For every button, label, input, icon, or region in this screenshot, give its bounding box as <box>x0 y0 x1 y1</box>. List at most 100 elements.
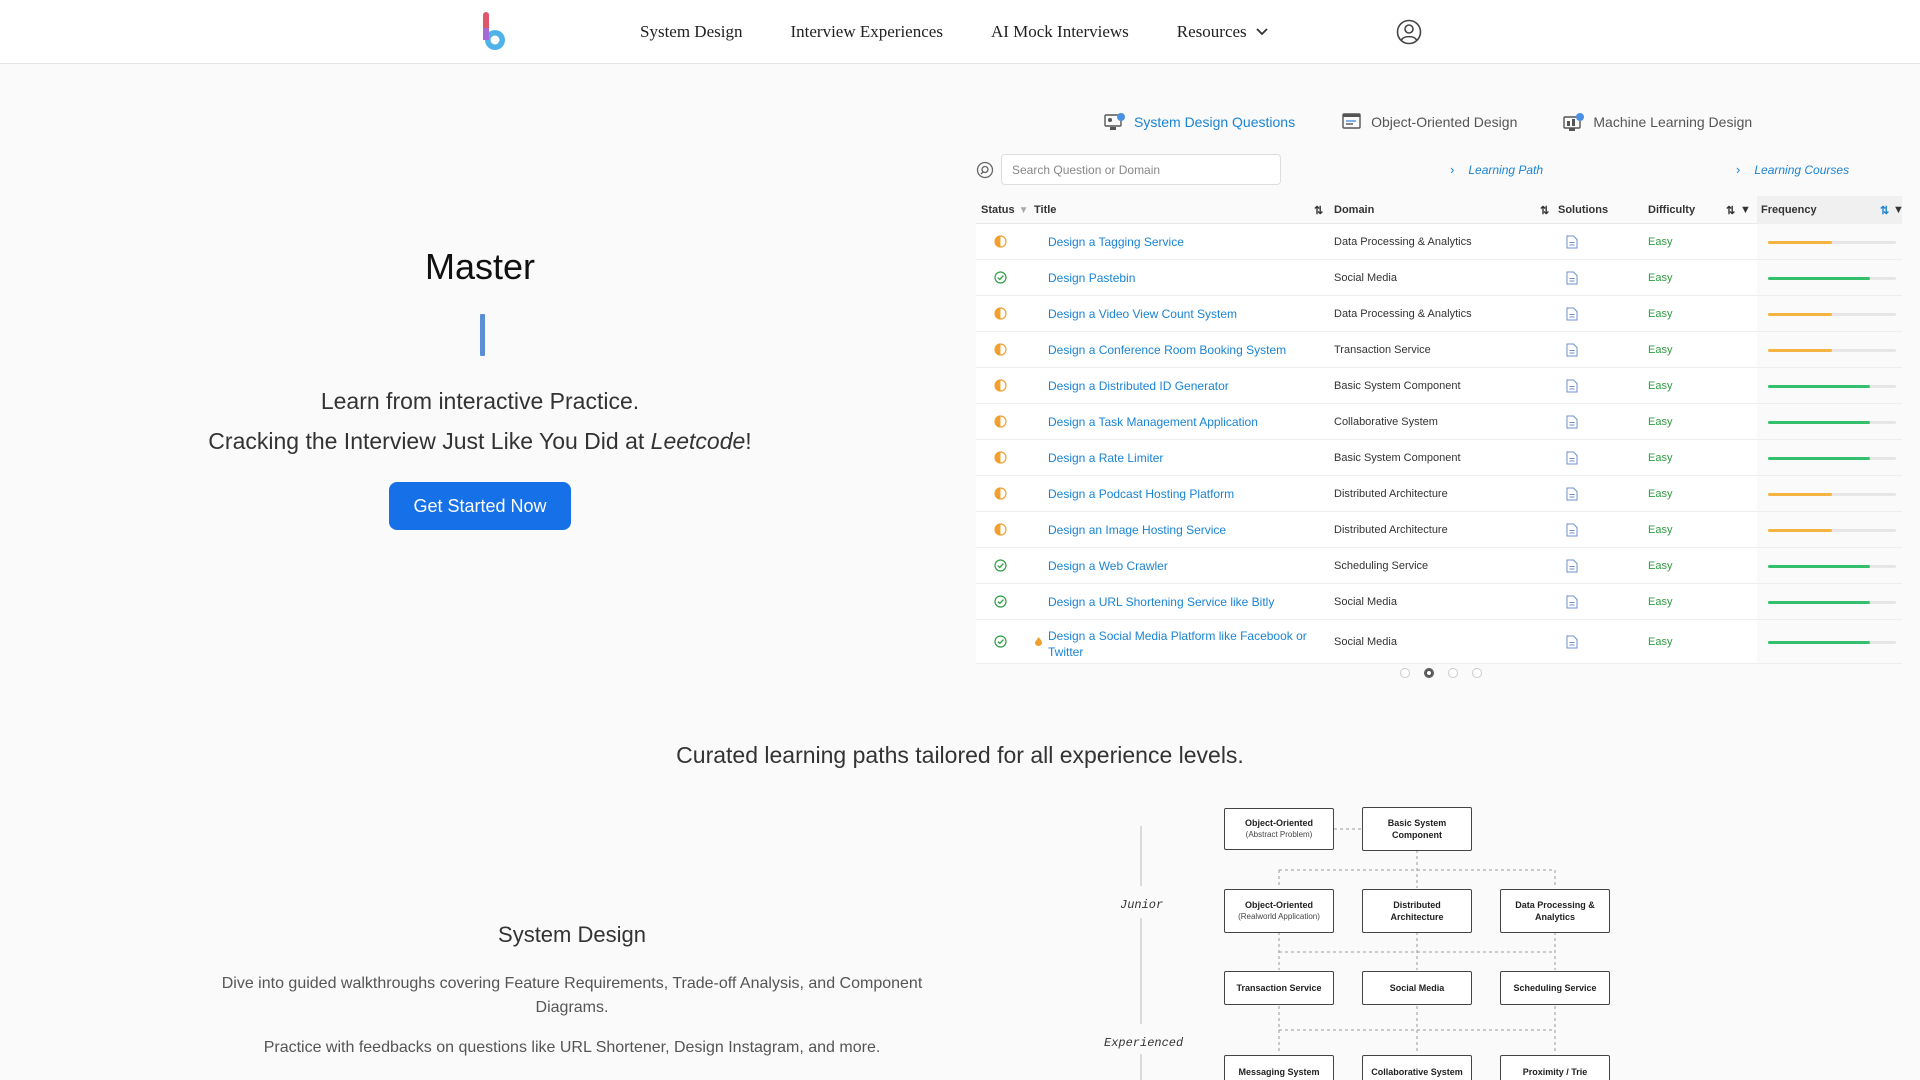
header-frequency[interactable]: Frequency <box>1761 196 1817 224</box>
solution-document-icon[interactable] <box>1566 307 1578 321</box>
solution-document-icon[interactable] <box>1566 235 1578 249</box>
half-circle-icon <box>994 307 1007 320</box>
half-circle-icon <box>994 343 1007 356</box>
question-title-link[interactable]: Design a Conference Room Booking System <box>1048 343 1286 357</box>
question-title-link[interactable]: Design a Distributed ID Generator <box>1048 379 1229 393</box>
carousel-dot[interactable] <box>1400 668 1410 678</box>
table-row[interactable]: Design a Rate Limiter Basic System Compon… <box>976 440 1902 476</box>
learning-path-link[interactable]: › Learning Path <box>1450 162 1543 177</box>
difficulty-label: Easy <box>1648 344 1673 356</box>
tab-label: System Design Questions <box>1134 114 1296 130</box>
solution-document-icon[interactable] <box>1566 595 1578 609</box>
header-status[interactable]: Status ▼ <box>981 196 1029 224</box>
header-title[interactable]: Title <box>1034 196 1056 224</box>
question-title-link[interactable]: Design a Rate Limiter <box>1048 451 1163 465</box>
question-title-link[interactable]: Design a Social Media Platform like Face… <box>1048 628 1318 660</box>
node-collaborative-system[interactable]: Collaborative System <box>1362 1055 1472 1080</box>
table-row[interactable]: Design a Podcast Hosting Platform Distrib… <box>976 476 1902 512</box>
header-domain[interactable]: Domain <box>1334 196 1374 224</box>
node-data-processing[interactable]: Data Processing & Analytics <box>1500 889 1610 933</box>
question-title-link[interactable]: Design a URL Shortening Service like Bit… <box>1048 595 1274 609</box>
half-circle-icon <box>994 235 1007 248</box>
table-row[interactable]: Design a Video View Count System Data Pro… <box>976 296 1902 332</box>
node-distributed-architecture[interactable]: Distributed Architecture <box>1362 889 1472 933</box>
solution-document-icon[interactable] <box>1566 487 1578 501</box>
frequency-bar-fill <box>1768 601 1871 604</box>
question-domain: Social Media <box>1334 596 1397 608</box>
table-row[interactable]: Design a Distributed ID Generator Basic S… <box>976 368 1902 404</box>
carousel-dot[interactable] <box>1448 668 1458 678</box>
question-title-link[interactable]: Design Pastebin <box>1048 271 1135 285</box>
solution-document-icon[interactable] <box>1566 523 1578 537</box>
solution-document-icon[interactable] <box>1566 343 1578 357</box>
table-row[interactable]: Design a URL Shortening Service like Bit… <box>976 584 1902 620</box>
frequency-bar <box>1768 565 1896 568</box>
carousel-dot[interactable] <box>1472 668 1482 678</box>
node-proximity-trie[interactable]: Proximity / Trie <box>1500 1055 1610 1080</box>
table-row[interactable]: Design a Tagging Service Data Processing … <box>976 224 1902 260</box>
header-difficulty[interactable]: Difficulty <box>1648 196 1695 224</box>
question-title-link[interactable]: Design a Video View Count System <box>1048 307 1237 321</box>
question-title-link[interactable]: Design a Task Management Application <box>1048 415 1258 429</box>
nav-interview-experiences[interactable]: Interview Experiences <box>790 22 942 42</box>
sort-icon[interactable]: ⇅ <box>1880 196 1889 224</box>
node-basic-system-component[interactable]: Basic System Component <box>1362 807 1472 851</box>
filter-icon[interactable]: ▼ <box>1019 205 1029 216</box>
learning-courses-label: Learning Courses <box>1754 162 1850 177</box>
filter-icon[interactable]: ▼ <box>1740 196 1751 224</box>
question-title-link[interactable]: Design a Web Crawler <box>1048 559 1168 573</box>
solution-document-icon[interactable] <box>1566 559 1578 573</box>
filter-icon[interactable]: ▼ <box>1893 196 1904 224</box>
sort-icon[interactable]: ⇅ <box>1314 196 1323 224</box>
tab-machine-learning-design[interactable]: Machine Learning Design <box>1563 112 1752 132</box>
node-title: Scheduling Service <box>1513 983 1597 993</box>
table-row[interactable]: Design a Web Crawler Scheduling Service Ea… <box>976 548 1902 584</box>
frequency-bar-fill <box>1768 641 1871 644</box>
question-title-link[interactable]: Design a Podcast Hosting Platform <box>1048 487 1234 501</box>
search-icon[interactable] <box>976 161 994 179</box>
solution-document-icon[interactable] <box>1566 415 1578 429</box>
frequency-bar-fill <box>1768 385 1871 388</box>
node-sub: (Abstract Problem) <box>1245 830 1313 839</box>
solution-document-icon[interactable] <box>1566 379 1578 393</box>
nav-ai-mock-interviews[interactable]: AI Mock Interviews <box>991 22 1129 42</box>
table-row[interactable]: Design a Task Management Application Coll… <box>976 404 1902 440</box>
frequency-bar-fill <box>1768 349 1832 352</box>
half-circle-icon <box>994 415 1007 428</box>
question-title-link[interactable]: Design a Tagging Service <box>1048 235 1184 249</box>
get-started-button[interactable]: Get Started Now <box>389 482 571 530</box>
table-row[interactable]: Design an Image Hosting Service Distribut… <box>976 512 1902 548</box>
check-circle-icon <box>994 595 1007 608</box>
learning-courses-link[interactable]: › Learning Courses <box>1736 162 1849 177</box>
chevron-down-icon <box>1256 28 1268 36</box>
solution-document-icon[interactable] <box>1566 271 1578 285</box>
question-domain: Distributed Architecture <box>1334 488 1448 500</box>
table-row[interactable]: Design Pastebin Social Media Easy <box>976 260 1902 296</box>
carousel-dot-active[interactable] <box>1424 668 1434 678</box>
logo-icon[interactable] <box>481 12 507 52</box>
sort-icon[interactable]: ⇅ <box>1726 196 1735 224</box>
node-messaging-system[interactable]: Messaging System <box>1224 1055 1334 1080</box>
nav-resources[interactable]: Resources <box>1177 22 1269 42</box>
difficulty-label: Easy <box>1648 524 1673 536</box>
node-oo-realworld[interactable]: Object-Oriented (Realworld Application) <box>1224 889 1334 933</box>
node-oo-abstract[interactable]: Object-Oriented (Abstract Problem) <box>1224 808 1334 850</box>
question-title-link[interactable]: Design an Image Hosting Service <box>1048 523 1226 537</box>
tab-object-oriented-design[interactable]: Object-Oriented Design <box>1341 112 1517 132</box>
frequency-bar-fill <box>1768 241 1832 244</box>
sort-icon[interactable]: ⇅ <box>1540 196 1549 224</box>
difficulty-label: Easy <box>1648 488 1673 500</box>
node-scheduling-service[interactable]: Scheduling Service <box>1500 971 1610 1005</box>
node-social-media[interactable]: Social Media <box>1362 971 1472 1005</box>
node-title: Collaborative System <box>1371 1067 1463 1077</box>
nav-system-design[interactable]: System Design <box>640 22 742 42</box>
table-row[interactable]: Design a Conference Room Booking System T… <box>976 332 1902 368</box>
tab-system-design-questions[interactable]: System Design Questions <box>1104 112 1295 132</box>
user-account-icon[interactable] <box>1396 19 1422 45</box>
solution-document-icon[interactable] <box>1566 635 1578 649</box>
search-input[interactable] <box>1001 154 1281 185</box>
solution-document-icon[interactable] <box>1566 451 1578 465</box>
difficulty-label: Easy <box>1648 308 1673 320</box>
table-row[interactable]: Design a Social Media Platform like Face… <box>976 620 1902 664</box>
node-transaction-service[interactable]: Transaction Service <box>1224 971 1334 1005</box>
